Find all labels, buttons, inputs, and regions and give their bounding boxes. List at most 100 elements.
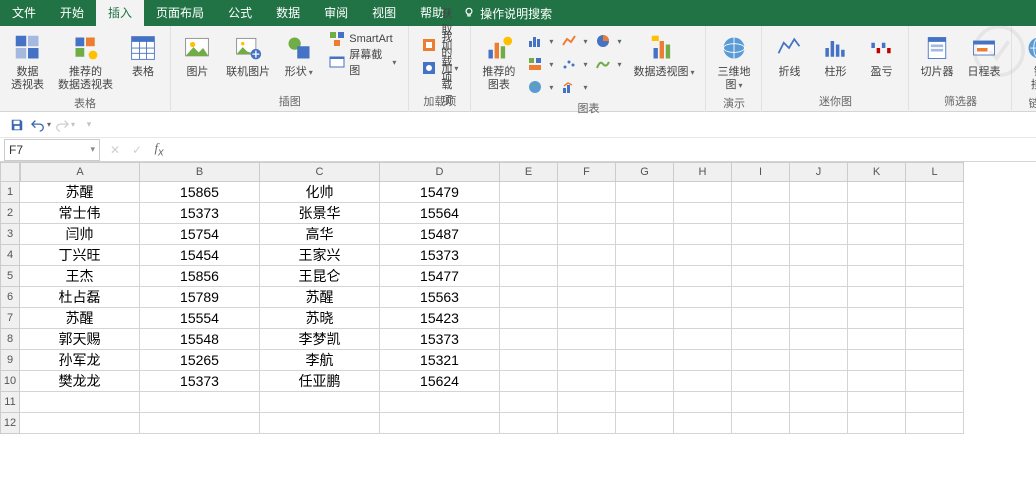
cell-G1[interactable] xyxy=(616,182,674,203)
redo-button[interactable]: ▾ xyxy=(54,114,76,136)
cell-E7[interactable] xyxy=(500,308,558,329)
cell-I10[interactable] xyxy=(732,371,790,392)
cell-E2[interactable] xyxy=(500,203,558,224)
cell-H1[interactable] xyxy=(674,182,732,203)
cell-G5[interactable] xyxy=(616,266,674,287)
cell-A9[interactable]: 孙军龙 xyxy=(20,350,140,371)
cell-J5[interactable] xyxy=(790,266,848,287)
cell-F10[interactable] xyxy=(558,371,616,392)
cell-I9[interactable] xyxy=(732,350,790,371)
cell-H8[interactable] xyxy=(674,329,732,350)
screenshot-button[interactable]: 屏幕截图▾ xyxy=(323,51,402,73)
sparkline-winloss-button[interactable]: 盈亏 xyxy=(860,28,902,80)
cell-K5[interactable] xyxy=(848,266,906,287)
cell-F4[interactable] xyxy=(558,245,616,266)
cell-E10[interactable] xyxy=(500,371,558,392)
cell-E6[interactable] xyxy=(500,287,558,308)
cell-B4[interactable]: 15454 xyxy=(140,245,260,266)
cell-C8[interactable]: 李梦凯 xyxy=(260,329,380,350)
column-header-D[interactable]: D xyxy=(380,162,500,182)
row-header-11[interactable]: 11 xyxy=(0,392,20,413)
cell-L2[interactable] xyxy=(906,203,964,224)
cell-F12[interactable] xyxy=(558,413,616,434)
pivottable-button[interactable]: 数据 透视表 xyxy=(6,28,49,93)
cell-J2[interactable] xyxy=(790,203,848,224)
cell-D6[interactable]: 15563 xyxy=(380,287,500,308)
cell-A11[interactable] xyxy=(20,392,140,413)
row-header-1[interactable]: 1 xyxy=(0,182,20,203)
column-header-H[interactable]: H xyxy=(674,162,732,182)
cell-B5[interactable]: 15856 xyxy=(140,266,260,287)
cell-D10[interactable]: 15624 xyxy=(380,371,500,392)
cell-E4[interactable] xyxy=(500,245,558,266)
chart-surface-button[interactable]: ▾ xyxy=(592,53,624,75)
cell-L5[interactable] xyxy=(906,266,964,287)
cell-J10[interactable] xyxy=(790,371,848,392)
cell-L9[interactable] xyxy=(906,350,964,371)
sparkline-column-button[interactable]: 柱形 xyxy=(814,28,856,80)
cell-L7[interactable] xyxy=(906,308,964,329)
cell-K6[interactable] xyxy=(848,287,906,308)
column-header-J[interactable]: J xyxy=(790,162,848,182)
cell-E9[interactable] xyxy=(500,350,558,371)
cell-A5[interactable]: 王杰 xyxy=(20,266,140,287)
cell-F6[interactable] xyxy=(558,287,616,308)
tab-data[interactable]: 数据 xyxy=(264,0,312,26)
slicer-button[interactable]: 切片器 xyxy=(915,28,958,80)
cell-A10[interactable]: 樊龙龙 xyxy=(20,371,140,392)
row-header-2[interactable]: 2 xyxy=(0,203,20,224)
cell-C12[interactable] xyxy=(260,413,380,434)
cell-D12[interactable] xyxy=(380,413,500,434)
cell-F1[interactable] xyxy=(558,182,616,203)
cell-K2[interactable] xyxy=(848,203,906,224)
cell-D2[interactable]: 15564 xyxy=(380,203,500,224)
cell-H2[interactable] xyxy=(674,203,732,224)
cell-L11[interactable] xyxy=(906,392,964,413)
cell-B9[interactable]: 15265 xyxy=(140,350,260,371)
cell-L10[interactable] xyxy=(906,371,964,392)
cell-J9[interactable] xyxy=(790,350,848,371)
cell-F7[interactable] xyxy=(558,308,616,329)
cell-E11[interactable] xyxy=(500,392,558,413)
row-header-9[interactable]: 9 xyxy=(0,350,20,371)
cell-H7[interactable] xyxy=(674,308,732,329)
online-pictures-button[interactable]: 联机图片 xyxy=(222,28,274,80)
3dmap-button[interactable]: 三维地 图▾ xyxy=(712,28,755,93)
cell-I5[interactable] xyxy=(732,266,790,287)
cell-D8[interactable]: 15373 xyxy=(380,329,500,350)
cell-I8[interactable] xyxy=(732,329,790,350)
my-addins-button[interactable]: 我的加载项▾ xyxy=(415,57,464,79)
cell-J12[interactable] xyxy=(790,413,848,434)
cell-K7[interactable] xyxy=(848,308,906,329)
column-header-C[interactable]: C xyxy=(260,162,380,182)
cell-B6[interactable]: 15789 xyxy=(140,287,260,308)
cell-H5[interactable] xyxy=(674,266,732,287)
cell-K8[interactable] xyxy=(848,329,906,350)
cell-G9[interactable] xyxy=(616,350,674,371)
cell-I12[interactable] xyxy=(732,413,790,434)
cell-A3[interactable]: 闫帅 xyxy=(20,224,140,245)
cell-K4[interactable] xyxy=(848,245,906,266)
recommended-charts-button[interactable]: 推荐的 图表 xyxy=(477,28,520,93)
cell-D3[interactable]: 15487 xyxy=(380,224,500,245)
cell-E8[interactable] xyxy=(500,329,558,350)
cell-K10[interactable] xyxy=(848,371,906,392)
cell-G11[interactable] xyxy=(616,392,674,413)
chart-hierarchy-button[interactable]: ▾ xyxy=(524,53,556,75)
tab-layout[interactable]: 页面布局 xyxy=(144,0,216,26)
cell-C2[interactable]: 张景华 xyxy=(260,203,380,224)
cell-F3[interactable] xyxy=(558,224,616,245)
cell-F8[interactable] xyxy=(558,329,616,350)
cell-I7[interactable] xyxy=(732,308,790,329)
cell-E3[interactable] xyxy=(500,224,558,245)
cell-B2[interactable]: 15373 xyxy=(140,203,260,224)
chart-combo-button[interactable]: ▾ xyxy=(558,76,590,98)
cell-G2[interactable] xyxy=(616,203,674,224)
cell-A1[interactable]: 苏醒 xyxy=(20,182,140,203)
cell-G3[interactable] xyxy=(616,224,674,245)
cell-B8[interactable]: 15548 xyxy=(140,329,260,350)
cell-L1[interactable] xyxy=(906,182,964,203)
cell-L3[interactable] xyxy=(906,224,964,245)
cell-E12[interactable] xyxy=(500,413,558,434)
cell-D1[interactable]: 15479 xyxy=(380,182,500,203)
